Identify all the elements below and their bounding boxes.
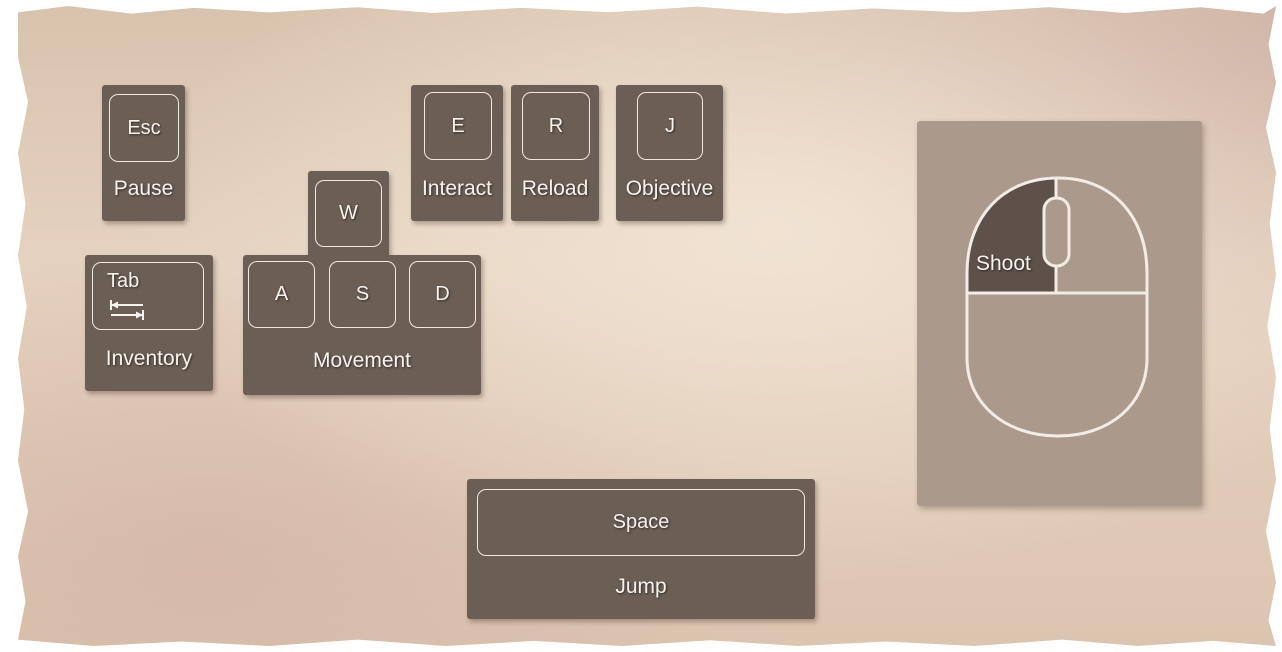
j-key-label: J: [665, 114, 675, 137]
w-key-label: W: [339, 202, 358, 224]
j-key[interactable]: J: [637, 92, 703, 160]
d-key-label: D: [435, 283, 450, 305]
objective-binding: J Objective: [616, 85, 723, 221]
space-key[interactable]: Space: [477, 489, 805, 556]
jump-label: Jump: [615, 575, 667, 598]
pause-binding: Esc Pause: [102, 85, 185, 221]
a-key-label: A: [274, 283, 289, 305]
d-key[interactable]: D: [409, 261, 476, 328]
space-key-label: Space: [612, 511, 670, 533]
inventory-binding: Tab Inventory: [85, 255, 213, 391]
tab-key[interactable]: Tab: [92, 262, 204, 330]
reload-binding: R Reload: [511, 85, 599, 221]
movement-label: Movement: [312, 349, 412, 372]
tab-key-label: Tab: [107, 270, 140, 292]
interact-binding: E Interact: [411, 85, 503, 221]
interact-label: Interact: [421, 177, 493, 200]
esc-key[interactable]: Esc: [109, 94, 179, 162]
jump-binding: Space Jump: [467, 479, 815, 619]
r-key-label: R: [548, 114, 564, 137]
shoot-label: Shoot: [976, 252, 1031, 275]
objective-label: Objective: [625, 177, 714, 200]
pause-label: Pause: [113, 177, 174, 200]
s-key-label: S: [355, 283, 370, 305]
r-key[interactable]: R: [522, 92, 590, 160]
mouse-icon: [965, 176, 1149, 438]
e-key[interactable]: E: [424, 92, 492, 160]
reload-label: Reload: [521, 177, 589, 200]
tab-arrows-icon: [110, 300, 144, 320]
w-key[interactable]: W: [315, 180, 382, 247]
esc-key-label: Esc: [127, 116, 161, 139]
s-key[interactable]: S: [329, 261, 396, 328]
mouse-scroll-wheel[interactable]: [1042, 196, 1071, 268]
inventory-label: Inventory: [105, 347, 193, 370]
e-key-label: E: [451, 114, 465, 137]
a-key[interactable]: A: [248, 261, 315, 328]
